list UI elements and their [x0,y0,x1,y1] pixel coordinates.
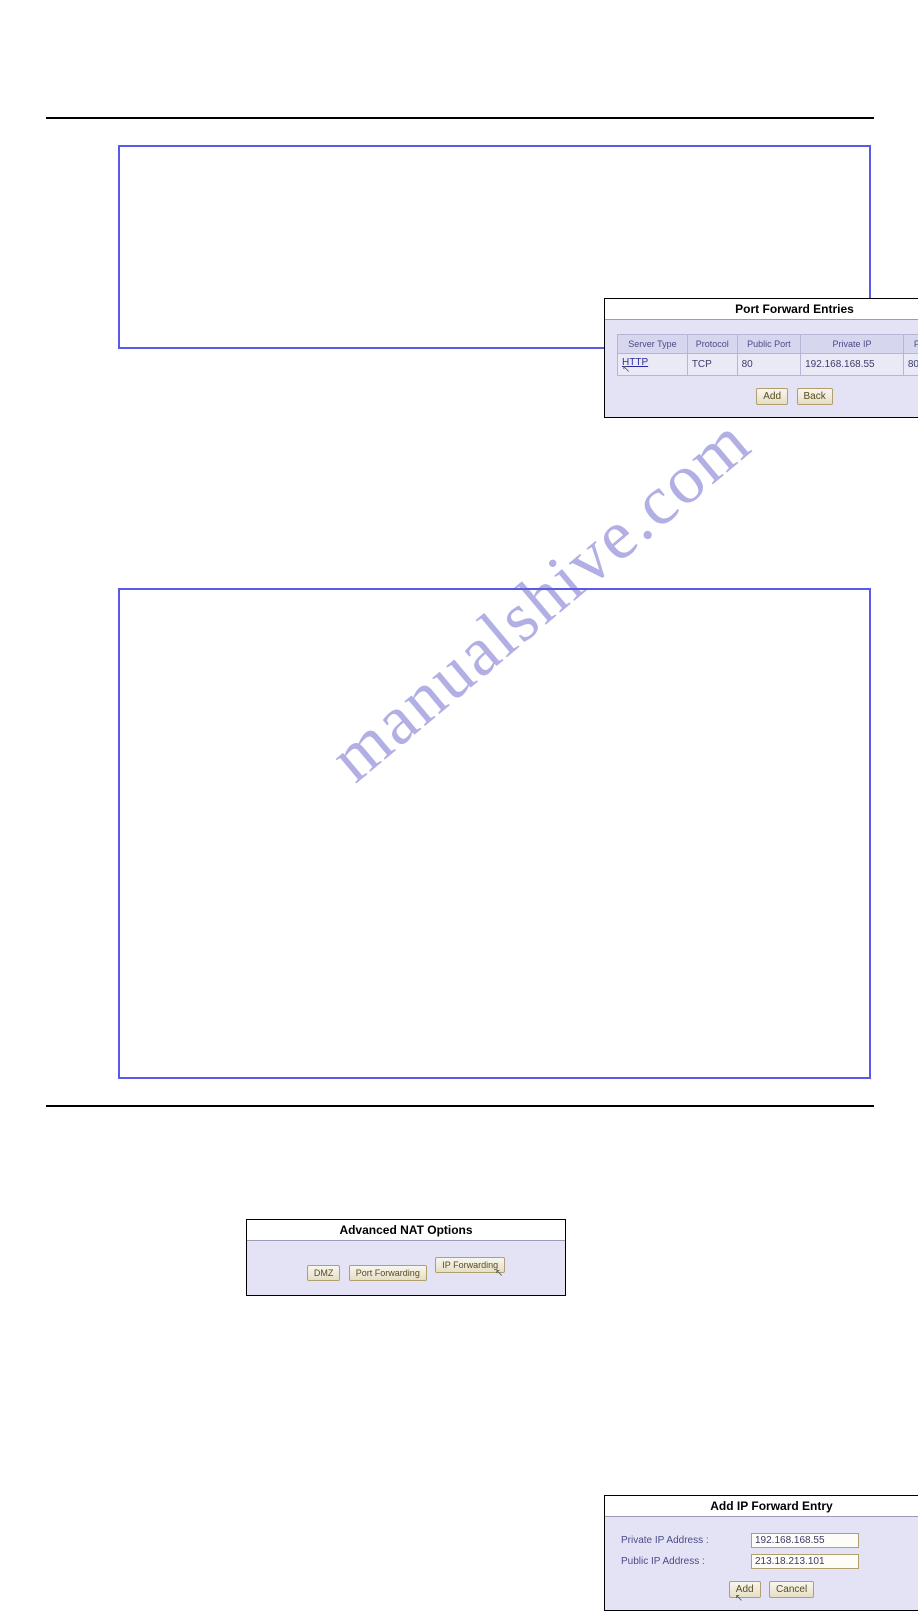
th-server-type: Server Type [618,335,688,354]
public-ip-label: Public IP Address : [621,1556,751,1567]
doc-frame-port-forward: Port Forward Entries Server Type Protoco… [118,145,871,349]
add-ip-button[interactable]: Add [729,1581,761,1598]
table-row: HTTP ↖ TCP 80 192.168.168.55 80 [618,354,918,376]
private-ip-label: Private IP Address : [621,1535,751,1546]
cancel-button[interactable]: Cancel [769,1581,814,1598]
cursor-icon: ↖ [622,368,683,372]
add-ip-forward-entry-panel: Add IP Forward Entry Private IP Address … [604,1495,918,1611]
add-button[interactable]: Add [756,388,788,405]
page-top-rule [46,117,874,119]
page-bottom-rule [46,1105,874,1107]
port-forward-entries-title: Port Forward Entries [605,299,918,320]
cell-protocol: TCP [687,354,737,376]
doc-frame-nat-and-ip: Advanced NAT Options DMZ Port Forwarding… [118,588,871,1079]
th-private-ip: Private IP [801,335,904,354]
cell-private-ip: 192.168.168.55 [801,354,904,376]
cursor-icon: ↖ [735,1593,743,1604]
private-ip-input[interactable] [751,1533,859,1548]
public-ip-input[interactable] [751,1554,859,1569]
advanced-nat-options-title: Advanced NAT Options [247,1220,565,1241]
cell-private-port: 80 [903,354,918,376]
th-private-port: Private Port [903,335,918,354]
port-forwarding-button[interactable]: Port Forwarding [349,1265,427,1281]
back-button[interactable]: Back [797,388,833,405]
th-public-port: Public Port [737,335,801,354]
port-forward-entries-panel: Port Forward Entries Server Type Protoco… [604,298,918,418]
cell-public-port: 80 [737,354,801,376]
advanced-nat-options-panel: Advanced NAT Options DMZ Port Forwarding… [246,1219,566,1296]
dmz-button[interactable]: DMZ [307,1265,341,1281]
th-protocol: Protocol [687,335,737,354]
port-forward-table: Server Type Protocol Public Port Private… [617,334,918,376]
add-ip-forward-entry-title: Add IP Forward Entry [605,1496,918,1517]
